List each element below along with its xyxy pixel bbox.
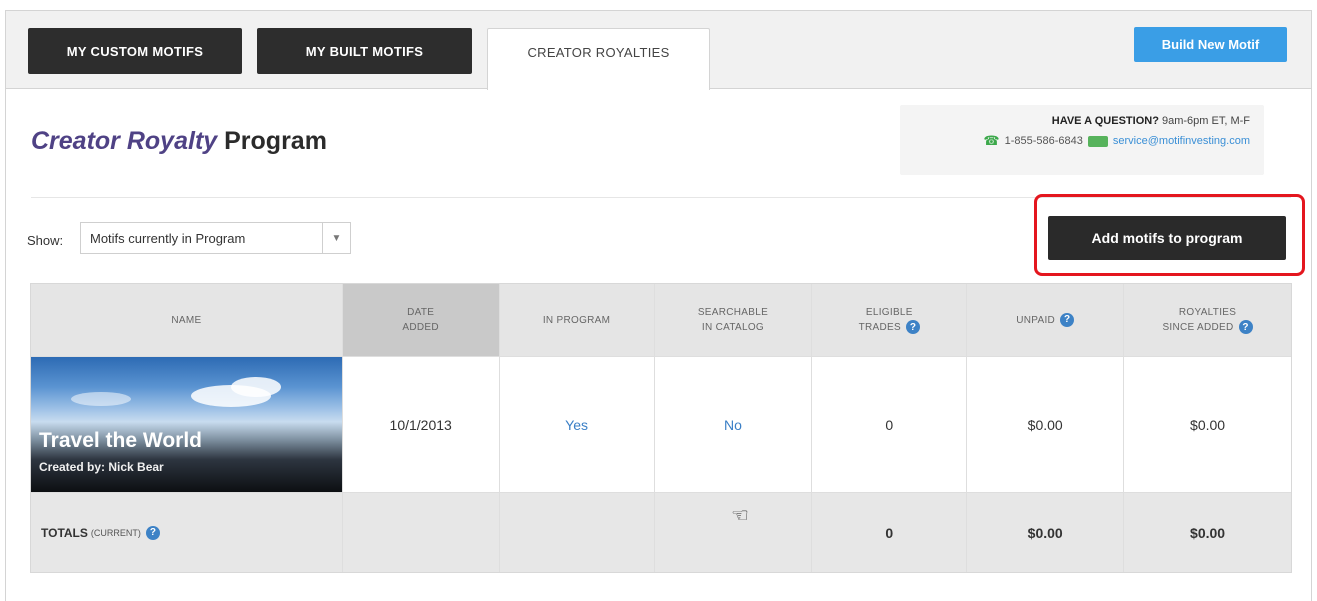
page-title: Creator Royalty Program bbox=[31, 127, 327, 156]
eligible-trades-value: 0 bbox=[885, 416, 894, 433]
totals-eligible-cell: 0 bbox=[812, 493, 968, 572]
header-searchable-line2: IN CATALOG bbox=[701, 322, 764, 333]
header-searchable-line1: SEARCHABLE bbox=[697, 307, 769, 318]
tab-my-custom-motifs[interactable]: MY CUSTOM MOTIFS bbox=[28, 28, 242, 74]
header-searchable[interactable]: SEARCHABLE IN CATALOG bbox=[655, 284, 813, 356]
totals-date-cell bbox=[343, 493, 500, 572]
mail-icon bbox=[1087, 135, 1108, 147]
header-royalties-line2: SINCE ADDED bbox=[1162, 322, 1234, 333]
royalties-cell: $0.00 bbox=[1124, 357, 1291, 492]
royalties-value: $0.00 bbox=[1190, 416, 1226, 433]
tab-creator-royalties[interactable]: CREATOR ROYALTIES bbox=[487, 28, 710, 90]
date-added-value: 10/1/2013 bbox=[389, 416, 452, 433]
chevron-down-icon[interactable]: ▼ bbox=[322, 223, 350, 253]
motif-creator: Created by: Nick Bear bbox=[39, 460, 164, 474]
contact-box: HAVE A QUESTION? 9am-6pm ET, M-F ☎ 1-855… bbox=[900, 105, 1264, 175]
motif-title[interactable]: Travel the World bbox=[39, 429, 202, 453]
help-icon[interactable]: ? bbox=[1238, 320, 1253, 335]
totals-label-cell: TOTALS (CURRENT) ? bbox=[31, 493, 343, 572]
contact-phone[interactable]: 1-855-586-6843 bbox=[1005, 135, 1083, 147]
header-royalties[interactable]: ROYALTIES SINCE ADDED ? bbox=[1124, 284, 1291, 356]
table-header-row: NAME DATE ADDED IN PROGRAM SEARCHABLE IN… bbox=[31, 284, 1291, 356]
header-unpaid-label: UNPAID bbox=[1016, 314, 1056, 326]
totals-royalties-value: $0.00 bbox=[1190, 524, 1226, 541]
show-filter-select[interactable]: Motifs currently in Program ▼ bbox=[80, 222, 351, 254]
unpaid-value: $0.00 bbox=[1027, 416, 1063, 433]
cloud-shape bbox=[71, 392, 131, 406]
show-filter-value: Motifs currently in Program bbox=[90, 230, 246, 246]
build-new-motif-button[interactable]: Build New Motif bbox=[1134, 27, 1287, 62]
help-icon[interactable]: ? bbox=[145, 525, 160, 540]
totals-sub-label: (CURRENT) bbox=[90, 527, 141, 538]
totals-unpaid-cell: $0.00 bbox=[967, 493, 1125, 572]
page-title-plain: Program bbox=[224, 127, 327, 155]
tab-my-built-motifs[interactable]: MY BUILT MOTIFS bbox=[257, 28, 472, 74]
royalty-table: NAME DATE ADDED IN PROGRAM SEARCHABLE IN… bbox=[30, 283, 1292, 573]
totals-eligible-value: 0 bbox=[885, 524, 894, 541]
contact-heading: HAVE A QUESTION? 9am-6pm ET, M-F bbox=[900, 115, 1250, 127]
contact-email-link[interactable]: service@motifinvesting.com bbox=[1113, 135, 1250, 147]
phone-icon: ☎ bbox=[983, 133, 1000, 148]
contact-details: ☎ 1-855-586-6843 service@motifinvesting.… bbox=[900, 133, 1250, 149]
totals-royalties-cell: $0.00 bbox=[1124, 493, 1291, 572]
show-label: Show: bbox=[27, 233, 64, 248]
header-in-program-label: IN PROGRAM bbox=[542, 314, 611, 326]
add-motifs-to-program-button[interactable]: Add motifs to program bbox=[1048, 216, 1286, 260]
totals-label: TOTALS bbox=[41, 525, 88, 540]
contact-hours: 9am-6pm ET, M-F bbox=[1161, 115, 1250, 127]
table-row: Travel the World Created by: Nick Bear 1… bbox=[31, 356, 1291, 492]
tab-strip: MY CUSTOM MOTIFS MY BUILT MOTIFS CREATOR… bbox=[6, 11, 1311, 90]
header-eligible-line2: TRADES bbox=[858, 322, 901, 333]
help-icon[interactable]: ? bbox=[1060, 312, 1075, 327]
totals-program-cell bbox=[500, 493, 655, 572]
header-unpaid[interactable]: UNPAID ? bbox=[967, 284, 1125, 356]
in-program-link[interactable]: Yes bbox=[565, 417, 588, 433]
date-added-cell: 10/1/2013 bbox=[343, 357, 500, 492]
contact-question: HAVE A QUESTION? bbox=[1051, 115, 1159, 127]
header-eligible-trades[interactable]: ELIGIBLE TRADES ? bbox=[812, 284, 968, 356]
totals-row: TOTALS (CURRENT) ? 0 $0.00 $0.00 bbox=[31, 492, 1291, 572]
motif-thumbnail[interactable]: Travel the World Created by: Nick Bear bbox=[31, 357, 342, 492]
searchable-link[interactable]: No bbox=[724, 417, 742, 433]
header-eligible-line1: ELIGIBLE bbox=[865, 307, 913, 318]
header-name[interactable]: NAME bbox=[31, 284, 343, 356]
help-icon[interactable]: ? bbox=[906, 320, 921, 335]
searchable-cell: No bbox=[655, 357, 813, 492]
header-date-line2: ADDED bbox=[402, 322, 439, 333]
page: MY CUSTOM MOTIFS MY BUILT MOTIFS CREATOR… bbox=[0, 0, 1317, 601]
header-date-line1: DATE bbox=[407, 307, 435, 318]
in-program-cell: Yes bbox=[500, 357, 655, 492]
page-title-emphasis: Creator Royalty bbox=[31, 127, 218, 155]
header-name-label: NAME bbox=[171, 314, 202, 326]
unpaid-cell: $0.00 bbox=[967, 357, 1125, 492]
header-royalties-line1: ROYALTIES bbox=[1178, 307, 1237, 318]
eligible-trades-cell: 0 bbox=[812, 357, 968, 492]
header-eligible-line2-wrap: TRADES ? bbox=[858, 320, 921, 335]
header-royalties-line2-wrap: SINCE ADDED ? bbox=[1162, 320, 1253, 335]
header-unpaid-wrap: UNPAID ? bbox=[1016, 312, 1075, 328]
totals-unpaid-value: $0.00 bbox=[1027, 524, 1063, 541]
motif-cell[interactable]: Travel the World Created by: Nick Bear bbox=[31, 357, 343, 492]
header-date-added[interactable]: DATE ADDED bbox=[342, 284, 500, 356]
cloud-shape bbox=[231, 377, 281, 397]
header-in-program[interactable]: IN PROGRAM bbox=[500, 284, 655, 356]
hand-cursor-icon: ☜ bbox=[731, 505, 749, 527]
